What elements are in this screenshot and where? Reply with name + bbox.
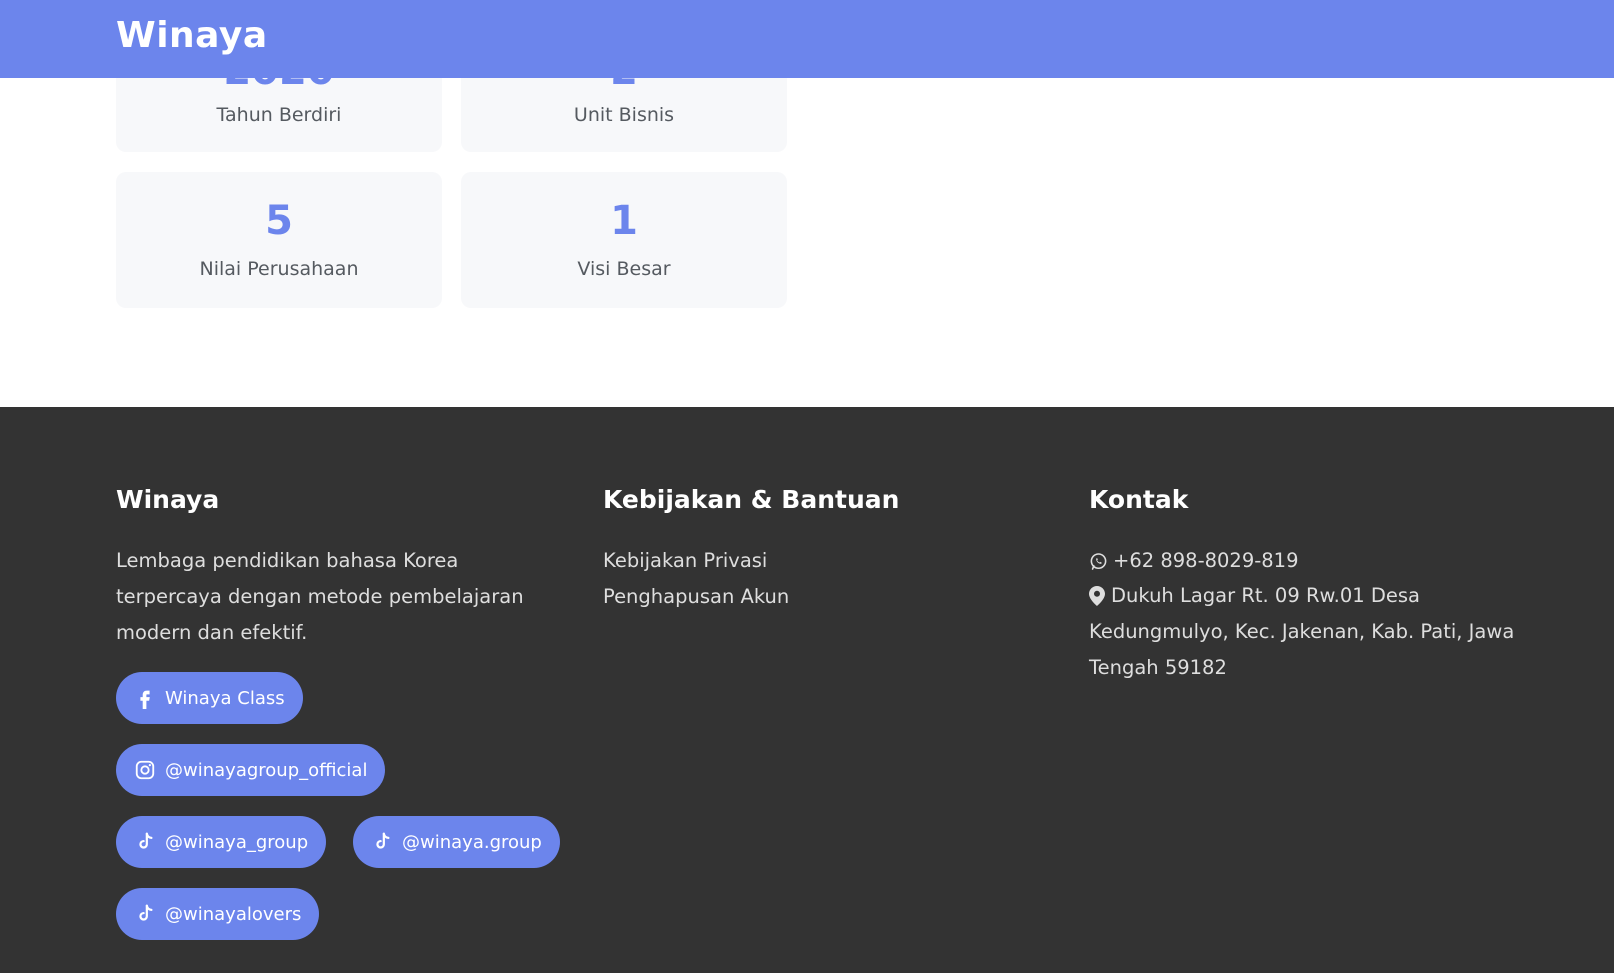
social-label: Winaya Class [165, 687, 285, 709]
stat-card-vision: 1 Visi Besar [461, 172, 787, 308]
social-tiktok-button-3[interactable]: @winayalovers [116, 888, 320, 940]
instagram-icon [135, 760, 155, 780]
navbar: Winaya [0, 0, 1614, 78]
footer-policy-title: Kebijakan & Bantuan [603, 485, 900, 514]
tiktok-icon [376, 832, 390, 849]
stat-label: Visi Besar [577, 258, 671, 280]
stat-value: 5 [265, 198, 293, 244]
contact-phone[interactable]: +62 898-8029-819 [1089, 543, 1299, 579]
footer-about-title: Winaya [116, 485, 220, 514]
stat-value: 1 [610, 198, 638, 244]
footer-contact-title: Kontak [1089, 485, 1189, 514]
brand-logo[interactable]: Winaya [116, 15, 268, 56]
contact-address: Dukuh Lagar Rt. 09 Rw.01 Desa Kedungmuly… [1089, 578, 1539, 686]
footer: Winaya Lembaga pendidikan bahasa Korea t… [0, 407, 1614, 973]
tiktok-icon [139, 904, 153, 921]
tiktok-icon [139, 832, 153, 849]
social-instagram-button[interactable]: @winayagroup_official [116, 744, 386, 796]
social-facebook-button[interactable]: Winaya Class [116, 672, 303, 724]
stat-card-values: 5 Nilai Perusahaan [116, 172, 442, 308]
stat-label: Unit Bisnis [573, 104, 675, 126]
privacy-policy-link[interactable]: Kebijakan Privasi [603, 549, 767, 572]
stat-label: Tahun Berdiri [216, 104, 342, 126]
social-tiktok-button-2[interactable]: @winaya.group [353, 816, 560, 868]
facebook-icon [140, 690, 150, 709]
social-label: @winayalovers [165, 903, 302, 925]
footer-about-description: Lembaga pendidikan bahasa Korea terperca… [116, 549, 524, 644]
social-label: @winaya_group [165, 831, 309, 853]
stat-label: Nilai Perusahaan [199, 258, 359, 280]
location-pin-icon [1089, 586, 1105, 606]
delete-account-link[interactable]: Penghapusan Akun [603, 585, 789, 608]
contact-address-text: Dukuh Lagar Rt. 09 Rw.01 Desa Kedungmuly… [1089, 584, 1515, 679]
social-label: @winayagroup_official [165, 759, 368, 781]
contact-phone-text: +62 898-8029-819 [1113, 549, 1299, 572]
social-label: @winaya.group [402, 831, 542, 853]
whatsapp-icon [1090, 552, 1107, 570]
social-tiktok-button-1[interactable]: @winaya_group [116, 816, 327, 868]
